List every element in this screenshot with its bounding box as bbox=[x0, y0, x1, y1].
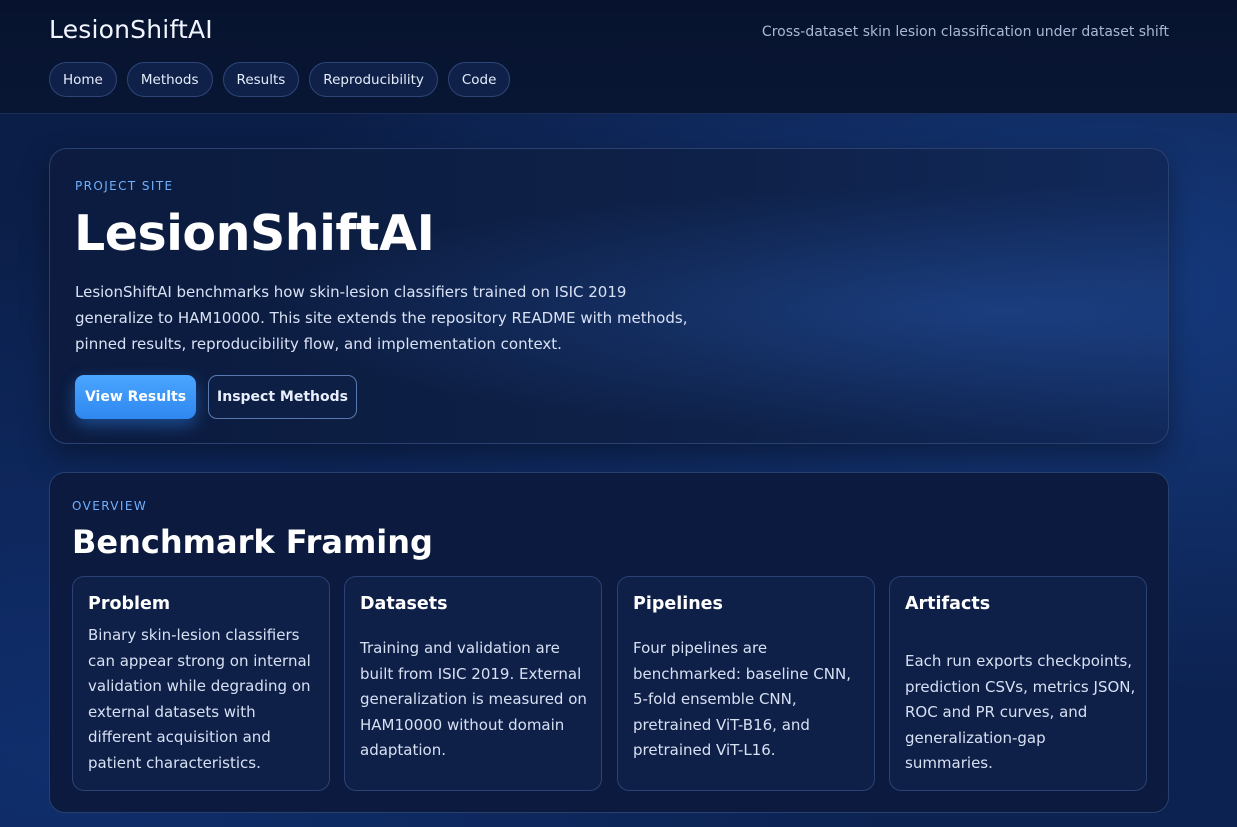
site-tagline: Cross-dataset skin lesion classification… bbox=[761, 24, 1169, 40]
card-problem: Problem Binary skin-lesion classifiers c… bbox=[72, 576, 330, 791]
nav-methods-link[interactable]: Methods bbox=[126, 62, 213, 97]
nav-reproducibility-link[interactable]: Reproducibility bbox=[309, 62, 438, 97]
site-brand[interactable]: LesionShiftAI bbox=[49, 15, 213, 44]
card-title: Problem bbox=[88, 594, 171, 614]
overview-section: OVERVIEW Benchmark Framing Problem Binar… bbox=[49, 472, 1169, 813]
view-results-button[interactable]: View Results bbox=[75, 375, 196, 419]
main-nav: Home Methods Results Reproducibility Cod… bbox=[49, 62, 511, 97]
overview-title: Benchmark Framing bbox=[72, 523, 433, 561]
hero-description: LesionShiftAI benchmarks how skin-lesion… bbox=[75, 283, 688, 353]
card-body: Each run exports checkpoints, prediction… bbox=[905, 652, 1136, 772]
card-body: Binary skin-lesion classifiers can appea… bbox=[88, 626, 311, 772]
card-body: Training and validation are built from I… bbox=[360, 639, 587, 759]
nav-home-link[interactable]: Home bbox=[49, 62, 117, 97]
card-pipelines: Pipelines Four pipelines are benchmarked… bbox=[617, 576, 875, 791]
inspect-methods-button[interactable]: Inspect Methods bbox=[208, 375, 357, 419]
card-datasets: Datasets Training and validation are bui… bbox=[344, 576, 602, 791]
card-title: Datasets bbox=[360, 594, 448, 614]
nav-code-link[interactable]: Code bbox=[447, 62, 511, 97]
card-body: Four pipelines are benchmarked: baseline… bbox=[633, 639, 851, 759]
hero-panel: PROJECT SITE LesionShiftAI LesionShiftAI… bbox=[49, 148, 1169, 444]
hero-title: LesionShiftAI bbox=[74, 205, 435, 262]
hero-eyebrow: PROJECT SITE bbox=[75, 179, 174, 193]
overview-eyebrow: OVERVIEW bbox=[72, 499, 148, 513]
card-artifacts: Artifacts Each run exports checkpoints, … bbox=[889, 576, 1147, 791]
top-bar: LesionShiftAI Cross-dataset skin lesion … bbox=[0, 0, 1237, 114]
card-title: Pipelines bbox=[633, 594, 723, 614]
nav-results-link[interactable]: Results bbox=[222, 62, 300, 97]
card-title: Artifacts bbox=[905, 594, 991, 614]
